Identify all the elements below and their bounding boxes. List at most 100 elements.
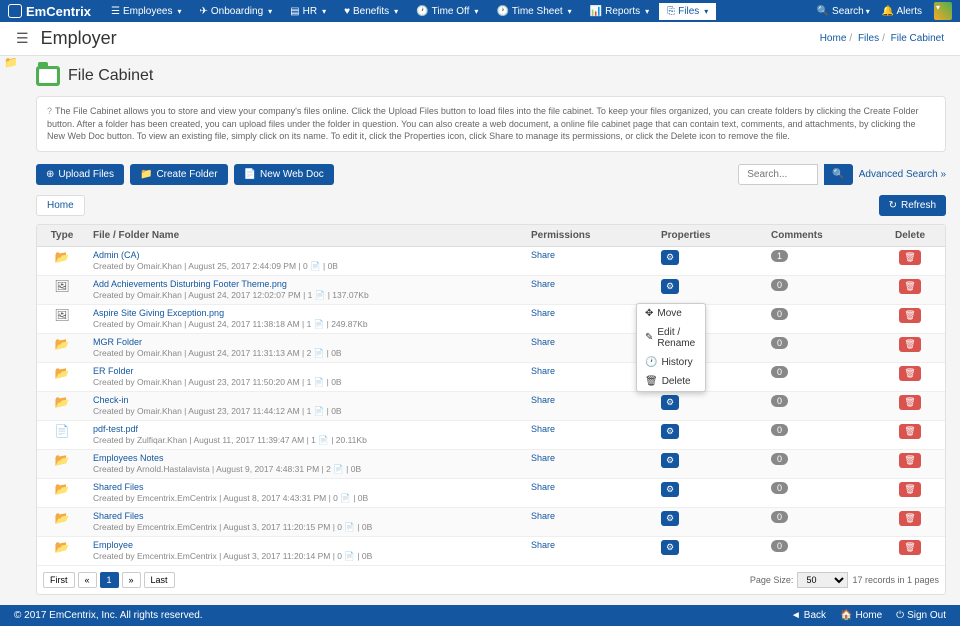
- nav-benefits[interactable]: ♥Benefits: [336, 3, 406, 20]
- breadcrumb-files[interactable]: Files: [858, 33, 879, 44]
- properties-button[interactable]: ⚙: [661, 279, 679, 294]
- comment-badge[interactable]: 0: [771, 308, 788, 320]
- file-link[interactable]: pdf-test.pdf: [93, 424, 138, 434]
- delete-button[interactable]: 🗑: [899, 308, 920, 323]
- delete-button[interactable]: 🗑: [899, 453, 920, 468]
- col-permissions[interactable]: Permissions: [525, 225, 655, 247]
- delete-button[interactable]: 🗑: [899, 366, 920, 381]
- nav-reports[interactable]: 📊Reports: [582, 3, 657, 20]
- new-doc-button[interactable]: 📄 New Web Doc: [234, 164, 334, 185]
- nav-employees[interactable]: ☰Employees: [103, 3, 189, 20]
- share-link[interactable]: Share: [531, 308, 555, 318]
- dropdown-edit[interactable]: ✎ Edit / Rename: [637, 323, 705, 353]
- delete-button[interactable]: 🗑: [899, 424, 920, 439]
- share-link[interactable]: Share: [531, 482, 555, 492]
- delete-button[interactable]: 🗑: [899, 395, 920, 410]
- create-folder-button[interactable]: 📁 Create Folder: [130, 164, 228, 185]
- pager-next[interactable]: »: [122, 572, 141, 588]
- footer-signout[interactable]: ⏻ Sign Out: [896, 610, 946, 621]
- share-link[interactable]: Share: [531, 279, 555, 289]
- file-link[interactable]: Employees Notes: [93, 453, 164, 463]
- comment-badge[interactable]: 0: [771, 424, 788, 436]
- delete-button[interactable]: 🗑: [899, 540, 920, 555]
- share-link[interactable]: Share: [531, 395, 555, 405]
- properties-button[interactable]: ⚙: [661, 424, 679, 439]
- table-row: 📂Shared FilesCreated by Emcentrix.EmCent…: [37, 478, 945, 507]
- comment-badge[interactable]: 1: [771, 250, 788, 262]
- nav-timesheet[interactable]: 🕐Time Sheet: [488, 3, 579, 20]
- user-avatar[interactable]: [934, 2, 952, 20]
- upload-button[interactable]: ⊕ Upload Files: [36, 164, 124, 185]
- file-link[interactable]: MGR Folder: [93, 337, 142, 347]
- delete-button[interactable]: 🗑: [899, 250, 920, 265]
- delete-button[interactable]: 🗑: [899, 337, 920, 352]
- properties-button[interactable]: ⚙: [661, 482, 679, 497]
- delete-button[interactable]: 🗑: [899, 482, 920, 497]
- col-properties[interactable]: Properties: [655, 225, 765, 247]
- nav-timeoff[interactable]: 🕐Time Off: [408, 3, 486, 20]
- nav-onboarding[interactable]: ✈Onboarding: [191, 3, 280, 20]
- comment-badge[interactable]: 0: [771, 453, 788, 465]
- comment-badge[interactable]: 0: [771, 337, 788, 349]
- col-delete[interactable]: Delete: [875, 225, 945, 247]
- pager-current[interactable]: 1: [100, 572, 119, 588]
- footer-home[interactable]: 🏠 Home: [840, 610, 882, 621]
- pager-prev[interactable]: «: [78, 572, 97, 588]
- share-link[interactable]: Share: [531, 540, 555, 550]
- sidebar-toggle-icon[interactable]: ☰: [16, 30, 29, 47]
- share-link[interactable]: Share: [531, 453, 555, 463]
- share-link[interactable]: Share: [531, 337, 555, 347]
- breadcrumb-cabinet[interactable]: File Cabinet: [891, 33, 944, 44]
- share-link[interactable]: Share: [531, 366, 555, 376]
- properties-button[interactable]: ⚙: [661, 250, 679, 265]
- comment-badge[interactable]: 0: [771, 511, 788, 523]
- advanced-search-link[interactable]: Advanced Search »: [859, 169, 946, 180]
- comment-badge[interactable]: 0: [771, 482, 788, 494]
- side-folder-icon[interactable]: 📁: [4, 56, 18, 69]
- comment-badge[interactable]: 0: [771, 540, 788, 552]
- properties-button[interactable]: ⚙: [661, 453, 679, 468]
- dropdown-move[interactable]: ✥ Move: [637, 304, 705, 323]
- pager-right: Page Size: 50 17 records in 1 pages: [750, 572, 939, 588]
- file-link[interactable]: ER Folder: [93, 366, 134, 376]
- nav-files[interactable]: ⎘Files: [659, 3, 716, 20]
- brand[interactable]: EmCentrix: [8, 4, 91, 19]
- comment-badge[interactable]: 0: [771, 395, 788, 407]
- footer-back[interactable]: ◄ Back: [791, 610, 826, 621]
- search-input[interactable]: [738, 164, 818, 185]
- comment-badge[interactable]: 0: [771, 366, 788, 378]
- dropdown-history[interactable]: 🕐 History: [637, 353, 705, 372]
- file-link[interactable]: Employee: [93, 540, 133, 550]
- file-link[interactable]: Check-in: [93, 395, 129, 405]
- share-link[interactable]: Share: [531, 424, 555, 434]
- col-type[interactable]: Type: [37, 225, 87, 247]
- share-link[interactable]: Share: [531, 511, 555, 521]
- file-link[interactable]: Shared Files: [93, 511, 144, 521]
- refresh-button[interactable]: ↻ Refresh: [879, 195, 946, 216]
- breadcrumb-home[interactable]: Home: [820, 33, 847, 44]
- col-name[interactable]: File / Folder Name: [87, 225, 525, 247]
- search-button[interactable]: 🔍: [824, 164, 852, 185]
- pager-last[interactable]: Last: [144, 572, 175, 588]
- file-link[interactable]: Shared Files: [93, 482, 144, 492]
- file-link[interactable]: Admin (CA): [93, 250, 140, 260]
- home-tab[interactable]: Home: [36, 195, 85, 216]
- share-link[interactable]: Share: [531, 250, 555, 260]
- delete-button[interactable]: 🗑: [899, 511, 920, 526]
- nav-search[interactable]: 🔍 Search: [817, 6, 870, 17]
- col-comments[interactable]: Comments: [765, 225, 875, 247]
- delete-button[interactable]: 🗑: [899, 279, 920, 294]
- footer: © 2017 EmCentrix, Inc. All rights reserv…: [0, 605, 960, 626]
- properties-button[interactable]: ⚙: [661, 395, 679, 410]
- nav-alerts[interactable]: 🔔 Alerts: [882, 6, 922, 17]
- properties-button[interactable]: ⚙: [661, 511, 679, 526]
- file-link[interactable]: Add Achievements Disturbing Footer Theme…: [93, 279, 287, 289]
- file-link[interactable]: Aspire Site Giving Exception.png: [93, 308, 224, 318]
- pager-first[interactable]: First: [43, 572, 75, 588]
- page-size-select[interactable]: 50: [797, 572, 848, 588]
- type-icon: 🖼: [54, 308, 69, 322]
- properties-button[interactable]: ⚙: [661, 540, 679, 555]
- dropdown-delete[interactable]: 🗑 Delete: [637, 372, 705, 391]
- nav-hr[interactable]: ▤HR: [282, 3, 334, 20]
- comment-badge[interactable]: 0: [771, 279, 788, 291]
